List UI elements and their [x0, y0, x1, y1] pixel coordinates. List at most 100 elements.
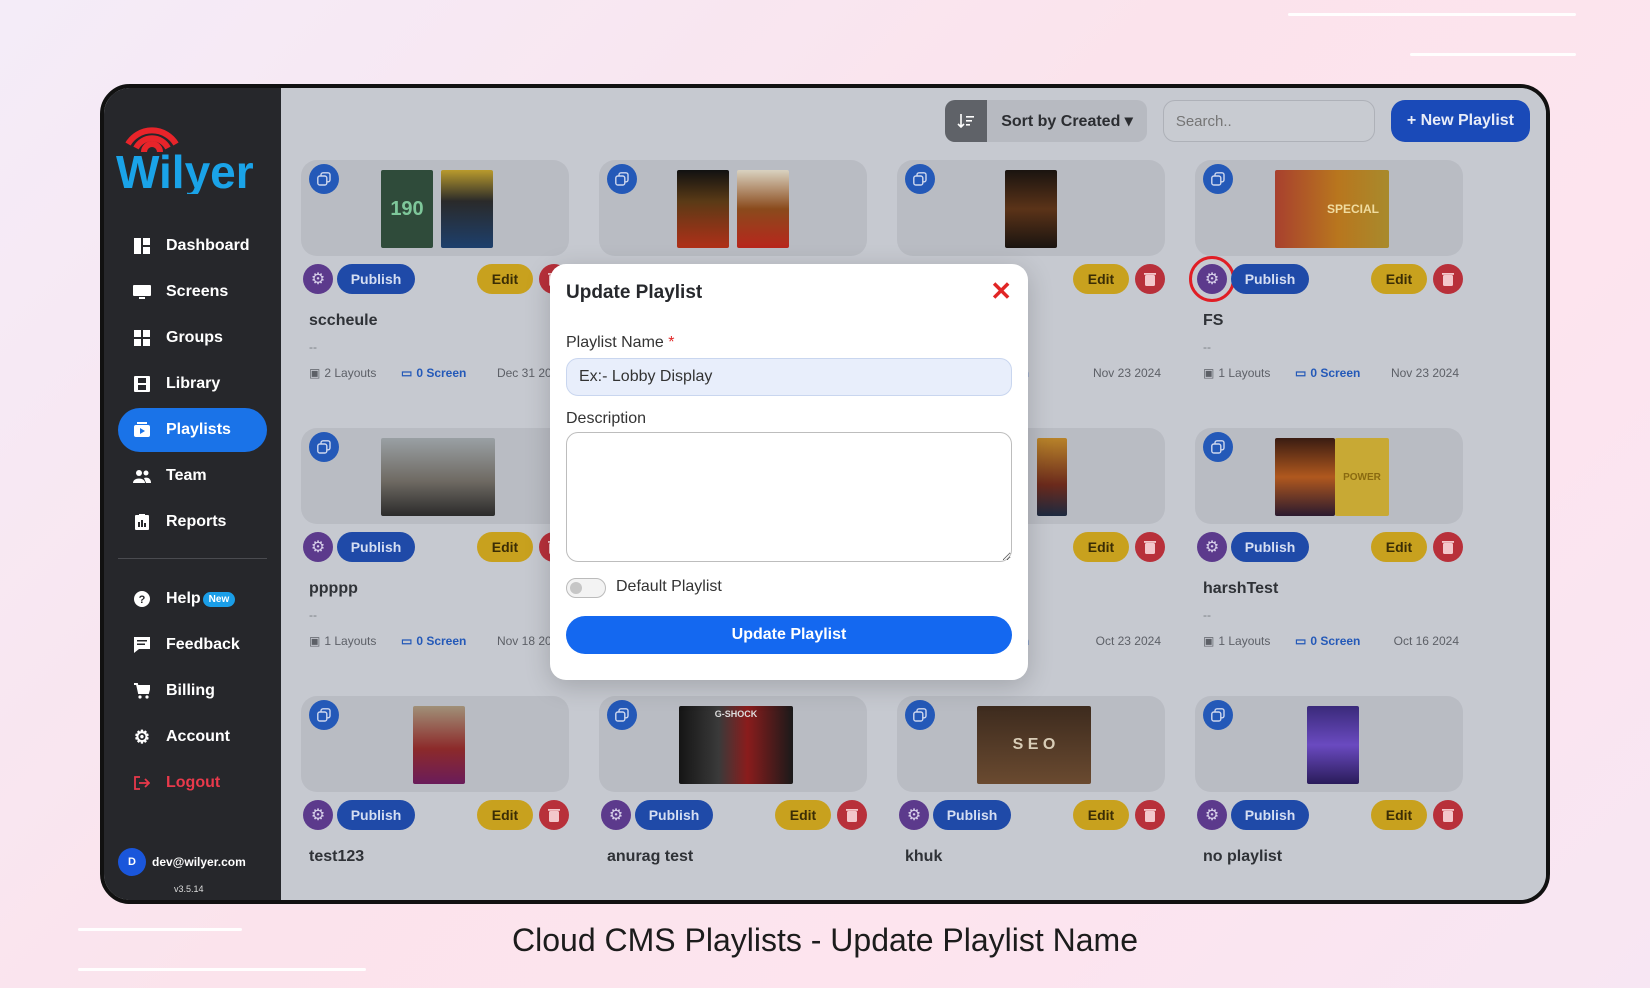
publish-button[interactable]: Publish: [933, 800, 1011, 830]
settings-icon[interactable]: ⚙: [1189, 256, 1235, 302]
screen-count[interactable]: 0 Screen: [416, 366, 466, 380]
thumbnail-image: [1275, 438, 1335, 516]
sidebar-item-reports[interactable]: Reports: [118, 500, 267, 544]
delete-icon[interactable]: [1135, 264, 1165, 294]
new-playlist-button[interactable]: + New Playlist: [1390, 100, 1530, 142]
help-icon: ?: [132, 589, 152, 609]
sidebar-divider: [118, 558, 267, 559]
created-date: Nov 23 2024: [1390, 366, 1460, 380]
duplicate-icon[interactable]: [607, 700, 637, 730]
sidebar-item-team[interactable]: Team: [118, 454, 267, 498]
settings-icon[interactable]: ⚙: [303, 264, 333, 294]
update-playlist-button[interactable]: Update Playlist: [566, 616, 1012, 654]
publish-button[interactable]: Publish: [1231, 800, 1309, 830]
sidebar-item-feedback[interactable]: Feedback: [118, 623, 267, 667]
created-date: Oct 23 2024: [1095, 634, 1161, 648]
duplicate-icon[interactable]: [309, 432, 339, 462]
edit-button[interactable]: Edit: [477, 800, 533, 830]
delete-icon[interactable]: [1135, 532, 1165, 562]
edit-button[interactable]: Edit: [1073, 800, 1129, 830]
sidebar-item-playlists[interactable]: Playlists: [118, 408, 267, 452]
screen-count[interactable]: 0 Screen: [1310, 366, 1360, 380]
sidebar-item-help[interactable]: ? Help New: [118, 577, 267, 621]
edit-button[interactable]: Edit: [1073, 264, 1129, 294]
sidebar-item-logout[interactable]: Logout: [118, 761, 267, 805]
thumbnail-image: [737, 170, 789, 248]
playlist-name: harshTest: [1203, 580, 1279, 597]
default-playlist-label: Default Playlist: [616, 578, 722, 595]
description-label: Description: [566, 410, 647, 427]
monitor-icon: [132, 282, 152, 302]
settings-icon[interactable]: ⚙: [303, 800, 333, 830]
duplicate-icon[interactable]: [309, 700, 339, 730]
playlist-meta: ▣ 2 Layouts ▭ 0 Screen Dec 31 2024: [309, 366, 565, 380]
screen-count[interactable]: 0 Screen: [416, 634, 466, 648]
sidebar-item-dashboard[interactable]: Dashboard: [118, 224, 267, 268]
default-playlist-toggle[interactable]: [566, 578, 606, 598]
sort-button[interactable]: Sort by Created ▾: [945, 100, 1147, 142]
duplicate-icon[interactable]: [309, 164, 339, 194]
description-textarea[interactable]: [566, 432, 1012, 562]
sidebar-item-screens[interactable]: Screens: [118, 270, 267, 314]
publish-button[interactable]: Publish: [337, 532, 415, 562]
duplicate-icon[interactable]: [905, 700, 935, 730]
publish-button[interactable]: Publish: [337, 264, 415, 294]
delete-icon[interactable]: [1433, 264, 1463, 294]
created-date: Nov 23 2024: [1092, 366, 1162, 380]
settings-icon[interactable]: ⚙: [303, 532, 333, 562]
playlist-icon: [132, 420, 152, 440]
delete-icon[interactable]: [1433, 800, 1463, 830]
settings-icon[interactable]: ⚙: [601, 800, 631, 830]
delete-icon[interactable]: [837, 800, 867, 830]
delete-icon[interactable]: [1135, 800, 1165, 830]
user-account[interactable]: D dev@wilyer.com: [118, 848, 246, 876]
duplicate-icon[interactable]: [1203, 164, 1233, 194]
thumbnail-image: [1307, 706, 1359, 784]
edit-button[interactable]: Edit: [1371, 532, 1427, 562]
delete-icon[interactable]: [539, 800, 569, 830]
edit-button[interactable]: Edit: [1073, 532, 1129, 562]
publish-button[interactable]: Publish: [1231, 532, 1309, 562]
playlist-name-input[interactable]: [566, 358, 1012, 396]
thumbnail-image: [413, 706, 465, 784]
sidebar-item-library[interactable]: Library: [118, 362, 267, 406]
grid-icon: [132, 328, 152, 348]
sidebar-item-label: Account: [166, 728, 230, 745]
monitor-icon: ▭: [1295, 634, 1307, 648]
search-input[interactable]: [1162, 100, 1375, 142]
edit-button[interactable]: Edit: [477, 264, 533, 294]
edit-button[interactable]: Edit: [477, 532, 533, 562]
sidebar: Wilyer Dashboard Screens Groups Library …: [104, 88, 281, 900]
playlist-name: khuk: [905, 848, 943, 865]
duplicate-icon[interactable]: [1203, 432, 1233, 462]
sidebar-item-billing[interactable]: Billing: [118, 669, 267, 713]
brand-name: Wilyer: [116, 146, 254, 194]
card-actions: ⚙ Publish Edit: [301, 532, 569, 564]
settings-icon[interactable]: ⚙: [1197, 532, 1227, 562]
card-actions: ⚙ Publish Edit: [897, 800, 1165, 832]
publish-button[interactable]: Publish: [1231, 264, 1309, 294]
edit-button[interactable]: Edit: [775, 800, 831, 830]
sidebar-item-groups[interactable]: Groups: [118, 316, 267, 360]
sidebar-item-label: Screens: [166, 283, 229, 300]
publish-button[interactable]: Publish: [337, 800, 415, 830]
sidebar-item-label: Playlists: [166, 421, 231, 438]
delete-icon[interactable]: [1433, 532, 1463, 562]
playlist-card: SPECIAL ⚙ Publish Edit FS -- ▣ 1 Layouts …: [1189, 160, 1463, 400]
screen-count[interactable]: 0 Screen: [1310, 634, 1360, 648]
layout-icon: ▣: [309, 366, 321, 380]
edit-button[interactable]: Edit: [1371, 264, 1427, 294]
settings-icon[interactable]: ⚙: [1197, 800, 1227, 830]
settings-icon[interactable]: ⚙: [899, 800, 929, 830]
edit-button[interactable]: Edit: [1371, 800, 1427, 830]
close-icon[interactable]: ✕: [990, 278, 1012, 304]
playlist-card: ⚙ Publish Edit test123: [301, 696, 569, 900]
gear-icon: ⚙: [133, 726, 151, 747]
duplicate-icon[interactable]: [905, 164, 935, 194]
film-icon: [132, 374, 152, 394]
publish-button[interactable]: Publish: [635, 800, 713, 830]
duplicate-icon[interactable]: [1203, 700, 1233, 730]
duplicate-icon[interactable]: [607, 164, 637, 194]
thumbnail-image: [381, 438, 495, 516]
sidebar-item-account[interactable]: ⚙ Account: [118, 715, 267, 759]
